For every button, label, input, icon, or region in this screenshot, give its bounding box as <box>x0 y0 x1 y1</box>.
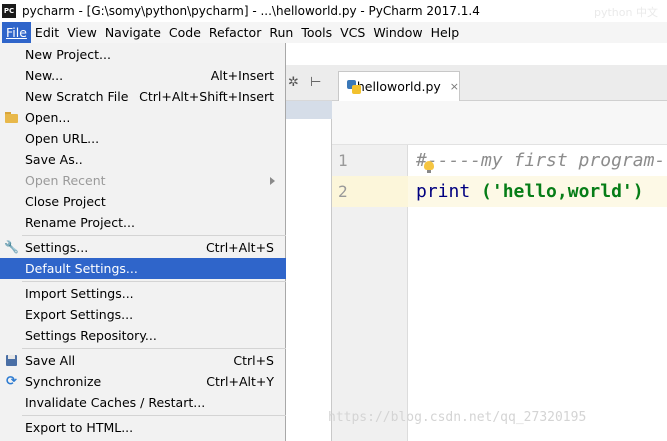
menu-item-open-recent[interactable]: Open Recent <box>0 170 286 191</box>
menu-tools[interactable]: Tools <box>297 22 336 43</box>
menu-item-label: Settings Repository... <box>25 328 157 343</box>
menu-item-close-project[interactable]: Close Project <box>0 191 286 212</box>
code-line-2: print ('hello,world') <box>416 181 644 202</box>
menu-item-invalidate-caches[interactable]: Invalidate Caches / Restart... <box>0 392 286 413</box>
menu-item-label: New Project... <box>25 47 111 62</box>
menu-item-label: Export Settings... <box>25 307 134 322</box>
menu-file-label: File <box>6 25 27 40</box>
menu-item-label: Rename Project... <box>25 215 135 230</box>
menu-refactor[interactable]: Refactor <box>205 22 265 43</box>
line-number: 2 <box>338 182 348 201</box>
close-icon[interactable]: × <box>450 80 459 93</box>
menu-item-default-settings[interactable]: Default Settings... <box>0 258 286 279</box>
menu-item-save-as[interactable]: Save As.. <box>0 149 286 170</box>
editor-header <box>332 101 667 145</box>
menu-item-import-settings[interactable]: Import Settings... <box>0 283 286 304</box>
menu-item-open-url[interactable]: Open URL... <box>0 128 286 149</box>
menu-item-export-settings[interactable]: Export Settings... <box>0 304 286 325</box>
project-panel <box>286 101 332 441</box>
menu-item-label: Import Settings... <box>25 286 134 301</box>
title-bar: PC pycharm - [G:\somy\python\pycharm] - … <box>0 0 667 22</box>
folder-icon <box>4 110 19 125</box>
project-panel-selection <box>286 101 332 119</box>
menu-item-shortcut: Ctrl+S <box>233 353 274 368</box>
code-line-1: #-----my first program- <box>416 150 666 171</box>
menu-item-label: New Scratch File <box>25 89 129 104</box>
python-file-icon <box>347 79 361 94</box>
editor-tab-bar: helloworld.py × <box>332 65 667 101</box>
menu-edit[interactable]: Edit <box>31 22 63 43</box>
menu-bar: File Edit View Navigate Code Refactor Ru… <box>0 22 667 43</box>
menu-separator <box>22 348 286 349</box>
menu-run[interactable]: Run <box>265 22 297 43</box>
line-number: 1 <box>338 151 348 170</box>
menu-item-label: Open URL... <box>25 131 100 146</box>
code-editor[interactable]: #-----my first program- print ('hello,wo… <box>408 145 667 441</box>
wrench-icon: 🔧 <box>4 240 19 254</box>
menu-item-label: Invalidate Caches / Restart... <box>25 395 206 410</box>
project-panel-toolbar: ✲ ⊢ <box>286 65 332 101</box>
menu-item-settings[interactable]: 🔧 Settings... Ctrl+Alt+S <box>0 237 286 258</box>
menu-help[interactable]: Help <box>427 22 464 43</box>
menu-item-new-scratch-file[interactable]: New Scratch File Ctrl+Alt+Shift+Insert <box>0 86 286 107</box>
collapse-icon[interactable]: ⊢ <box>310 75 321 90</box>
menu-item-synchronize[interactable]: ⟳ Synchronize Ctrl+Alt+Y <box>0 371 286 392</box>
save-icon <box>4 353 19 368</box>
menu-item-export-to-html[interactable]: Export to HTML... <box>0 417 286 438</box>
lightbulb-icon[interactable] <box>424 161 434 174</box>
menu-item-label: Open... <box>25 110 71 125</box>
menu-navigate[interactable]: Navigate <box>101 22 165 43</box>
tab-helloworld[interactable]: helloworld.py × <box>338 71 460 101</box>
menu-vcs[interactable]: VCS <box>336 22 369 43</box>
menu-file[interactable]: File <box>2 22 31 43</box>
menu-item-label: New... <box>25 68 64 83</box>
menu-item-open[interactable]: Open... <box>0 107 286 128</box>
menu-separator <box>22 235 286 236</box>
submenu-arrow-icon <box>270 176 275 185</box>
menu-item-label: Save As.. <box>25 152 83 167</box>
menu-item-label: Settings... <box>25 240 89 255</box>
code-string: ('hello,world') <box>481 181 644 202</box>
menu-view[interactable]: View <box>63 22 101 43</box>
menu-item-label: Synchronize <box>25 374 102 389</box>
menu-item-new-project[interactable]: New Project... <box>0 44 286 65</box>
menu-separator <box>22 415 286 416</box>
menu-item-label: Default Settings... <box>25 261 138 276</box>
menu-item-label: Export to HTML... <box>25 420 134 435</box>
top-watermark: python 中文 <box>594 6 658 19</box>
pycharm-app-icon: PC <box>2 4 16 18</box>
editor-gutter: 1 2 <box>332 145 408 441</box>
menu-item-settings-repository[interactable]: Settings Repository... <box>0 325 286 346</box>
menu-window[interactable]: Window <box>369 22 426 43</box>
menu-item-new[interactable]: New... Alt+Insert <box>0 65 286 86</box>
code-keyword: print <box>416 181 471 202</box>
watermark: https://blog.csdn.net/qq_27320195 <box>328 410 587 425</box>
window-title: pycharm - [G:\somy\python\pycharm] - ...… <box>22 4 480 18</box>
menu-item-shortcut: Ctrl+Alt+Shift+Insert <box>139 89 274 104</box>
menu-item-label: Close Project <box>25 194 106 209</box>
menu-item-shortcut: Ctrl+Alt+Y <box>206 374 274 389</box>
sync-icon: ⟳ <box>6 374 17 389</box>
menu-code[interactable]: Code <box>165 22 205 43</box>
tab-label: helloworld.py <box>356 79 441 94</box>
menu-item-rename-project[interactable]: Rename Project... <box>0 212 286 233</box>
menu-item-save-all[interactable]: Save All Ctrl+S <box>0 350 286 371</box>
menu-item-shortcut: Alt+Insert <box>210 68 274 83</box>
menu-item-shortcut: Ctrl+Alt+S <box>205 240 274 255</box>
menu-item-label: Open Recent <box>25 173 106 188</box>
gear-icon[interactable]: ✲ <box>288 75 299 90</box>
file-menu-dropdown: New Project... New... Alt+Insert New Scr… <box>0 43 286 441</box>
menu-item-label: Save All <box>25 353 76 368</box>
menu-separator <box>22 281 286 282</box>
